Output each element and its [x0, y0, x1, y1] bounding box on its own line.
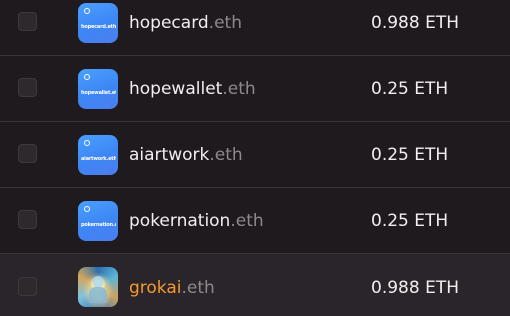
avatar-label: aiartwork.eth [81, 156, 116, 162]
domain-avatar: pokernation.eth [78, 201, 118, 241]
domain-price: 0.988 ETH [371, 13, 459, 33]
domain-tld: .eth [181, 278, 215, 298]
domain-row[interactable]: grokai.eth 0.988 ETH [0, 254, 510, 316]
domain-row[interactable]: hopecard.eth hopecard.eth 0.988 ETH [0, 0, 510, 56]
domain-list: hopecard.eth hopecard.eth 0.988 ETH hope… [0, 0, 510, 316]
domain-avatar: aiartwork.eth [78, 135, 118, 175]
domain-row[interactable]: pokernation.eth pokernation.eth 0.25 ETH [0, 188, 510, 254]
domain-name-link[interactable]: hopecard.eth [129, 12, 242, 34]
domain-row[interactable]: aiartwork.eth aiartwork.eth 0.25 ETH [0, 122, 510, 188]
avatar-label: hopewallet.eth [81, 90, 116, 96]
domain-name: hopecard [129, 13, 209, 33]
row-checkbox[interactable] [18, 277, 37, 296]
logo-mark-icon [84, 140, 90, 146]
domain-avatar: hopewallet.eth [78, 69, 118, 109]
domain-tld: .eth [222, 79, 256, 99]
domain-name-link[interactable]: aiartwork.eth [129, 144, 243, 166]
domain-tld: .eth [209, 145, 243, 165]
logo-mark-icon [84, 206, 90, 212]
domain-name: pokernation [129, 211, 231, 231]
domain-price: 0.988 ETH [371, 278, 459, 298]
domain-name: aiartwork [129, 145, 210, 165]
row-checkbox[interactable] [18, 78, 37, 97]
row-checkbox[interactable] [18, 144, 37, 163]
domain-name-link[interactable]: pokernation.eth [129, 210, 264, 232]
row-checkbox[interactable] [18, 210, 37, 229]
logo-mark-icon [84, 74, 90, 80]
domain-price: 0.25 ETH [371, 79, 449, 99]
domain-name-link[interactable]: hopewallet.eth [129, 78, 256, 100]
domain-price: 0.25 ETH [371, 211, 449, 231]
logo-mark-icon [84, 8, 90, 14]
domain-name-link[interactable]: grokai.eth [129, 277, 215, 299]
domain-name: grokai [129, 278, 182, 298]
avatar-label: pokernation.eth [81, 222, 116, 228]
avatar-figure-body [89, 287, 107, 303]
domain-tld: .eth [230, 211, 264, 231]
domain-price: 0.25 ETH [371, 145, 449, 165]
domain-row[interactable]: hopewallet.eth hopewallet.eth 0.25 ETH [0, 56, 510, 122]
domain-avatar [78, 267, 118, 307]
domain-avatar: hopecard.eth [78, 3, 118, 43]
domain-tld: .eth [208, 13, 242, 33]
avatar-label: hopecard.eth [81, 24, 116, 30]
row-checkbox[interactable] [18, 12, 37, 31]
domain-name: hopewallet [129, 79, 223, 99]
